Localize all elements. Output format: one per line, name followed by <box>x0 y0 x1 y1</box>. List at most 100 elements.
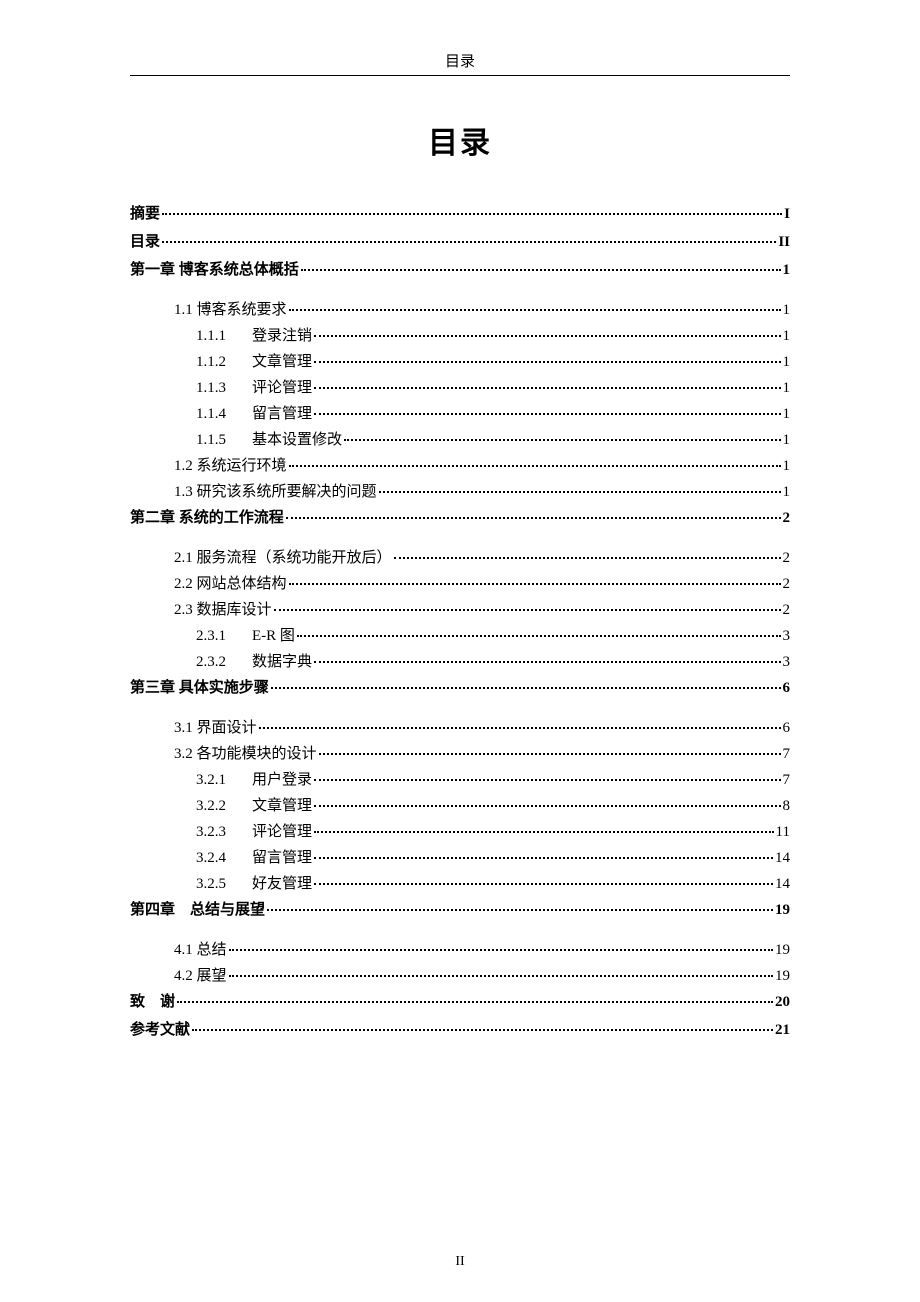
toc-entry: 1.1.5基本设置修改 1 <box>130 428 790 449</box>
toc-page: 19 <box>775 942 790 959</box>
toc-label: 1.1.1登录注销 <box>196 324 312 345</box>
toc-entry: 4.1 总结19 <box>130 938 790 959</box>
toc-leader-dots <box>301 269 781 271</box>
toc-leader-dots <box>162 241 776 243</box>
table-of-contents: 摘要I目录II第一章 博客系统总体概括11.1 博客系统要求11.1.1登录注销… <box>130 202 790 1039</box>
page-title: 目录 <box>130 118 790 162</box>
toc-label: 3.2.5好友管理 <box>196 872 312 893</box>
toc-leader-dots <box>314 361 780 363</box>
toc-page: 21 <box>775 1022 790 1039</box>
toc-number: 2.3.2 <box>196 654 252 671</box>
header-rule <box>130 75 790 76</box>
toc-page: 2 <box>783 510 791 527</box>
toc-page: 7 <box>783 772 791 789</box>
toc-number: 1.1.5 <box>196 432 252 449</box>
toc-number: 1.1.4 <box>196 406 252 423</box>
toc-leader-dots <box>229 949 773 951</box>
toc-page: 19 <box>775 968 790 985</box>
toc-leader-dots <box>259 727 781 729</box>
toc-text: 用户登录 <box>252 772 312 788</box>
toc-entry: 2.3.1E-R 图3 <box>130 624 790 645</box>
toc-leader-dots <box>314 883 773 885</box>
toc-label: 1.1.5基本设置修改 <box>196 428 342 449</box>
toc-page: 11 <box>776 824 790 841</box>
toc-leader-dots <box>314 779 780 781</box>
toc-number: 3.2.5 <box>196 876 252 893</box>
toc-entry: 第三章 具体实施步骤 6 <box>130 676 790 697</box>
toc-label: 2.3 数据库设计 <box>174 598 272 619</box>
toc-number: 3.2.2 <box>196 798 252 815</box>
toc-text: 好友管理 <box>252 876 312 892</box>
toc-leader-dots <box>314 413 780 415</box>
toc-label: 摘要 <box>130 202 160 223</box>
toc-entry: 3.2.5好友管理14 <box>130 872 790 893</box>
toc-leader-dots <box>286 517 781 519</box>
toc-entry: 3.2 各功能模块的设计 7 <box>130 742 790 763</box>
toc-entry: 3.2.1用户登录 7 <box>130 768 790 789</box>
toc-entry: 1.1.4留言管理 1 <box>130 402 790 423</box>
toc-entry: 3.2.3评论管理 11 <box>130 820 790 841</box>
toc-page: 14 <box>775 850 790 867</box>
toc-label: 目录 <box>130 230 160 251</box>
toc-page: 1 <box>783 432 791 449</box>
toc-page: 19 <box>775 902 790 919</box>
toc-leader-dots <box>289 465 781 467</box>
toc-page: 1 <box>783 262 791 279</box>
toc-number: 1.1.2 <box>196 354 252 371</box>
toc-label: 第三章 具体实施步骤 <box>130 676 269 697</box>
running-header: 目录 <box>130 50 790 71</box>
toc-entry: 2.2 网站总体结构2 <box>130 572 790 593</box>
toc-leader-dots <box>394 557 781 559</box>
toc-page: 1 <box>783 380 791 397</box>
toc-entry: 2.3.2数据字典3 <box>130 650 790 671</box>
toc-page: 1 <box>783 484 791 501</box>
toc-entry: 致 谢20 <box>130 990 790 1011</box>
toc-label: 3.2.1用户登录 <box>196 768 312 789</box>
toc-page: 6 <box>783 680 791 697</box>
toc-spacer <box>130 286 790 298</box>
toc-entry: 1.1.1登录注销1 <box>130 324 790 345</box>
toc-entry: 3.2.2文章管理8 <box>130 794 790 815</box>
toc-label: 1.1 博客系统要求 <box>174 298 287 319</box>
toc-entry: 参考文献21 <box>130 1018 790 1039</box>
toc-number: 2.3.1 <box>196 628 252 645</box>
toc-leader-dots <box>314 335 780 337</box>
toc-number: 1.1.3 <box>196 380 252 397</box>
toc-leader-dots <box>314 805 780 807</box>
toc-text: 基本设置修改 <box>252 432 342 448</box>
toc-entry: 1.1.2文章管理 1 <box>130 350 790 371</box>
toc-page: 1 <box>783 354 791 371</box>
toc-text: 留言管理 <box>252 406 312 422</box>
toc-label: 第四章 总结与展望 <box>130 898 265 919</box>
toc-label: 1.2 系统运行环境 <box>174 454 287 475</box>
toc-page: 7 <box>783 746 791 763</box>
toc-entry: 1.2 系统运行环境 1 <box>130 454 790 475</box>
toc-leader-dots <box>289 583 781 585</box>
toc-number: 3.2.3 <box>196 824 252 841</box>
toc-text: E-R 图 <box>252 628 295 644</box>
toc-spacer <box>130 926 790 938</box>
toc-page: 1 <box>783 458 791 475</box>
toc-number: 3.2.1 <box>196 772 252 789</box>
toc-label: 3.1 界面设计 <box>174 716 257 737</box>
toc-number: 1.1.1 <box>196 328 252 345</box>
toc-page: 2 <box>783 602 791 619</box>
toc-label: 4.2 展望 <box>174 964 227 985</box>
toc-text: 数据字典 <box>252 654 312 670</box>
toc-entry: 1.3 研究该系统所要解决的问题1 <box>130 480 790 501</box>
toc-text: 文章管理 <box>252 354 312 370</box>
toc-label: 1.1.3评论管理 <box>196 376 312 397</box>
toc-entry: 3.1 界面设计6 <box>130 716 790 737</box>
toc-entry: 4.2 展望 19 <box>130 964 790 985</box>
toc-spacer <box>130 534 790 546</box>
toc-text: 评论管理 <box>252 824 312 840</box>
toc-entry: 2.3 数据库设计 2 <box>130 598 790 619</box>
toc-entry: 第一章 博客系统总体概括1 <box>130 258 790 279</box>
toc-leader-dots <box>192 1029 773 1031</box>
toc-page: 20 <box>775 994 790 1011</box>
toc-page: 1 <box>783 406 791 423</box>
toc-label: 第二章 系统的工作流程 <box>130 506 284 527</box>
toc-entry: 第四章 总结与展望 19 <box>130 898 790 919</box>
toc-label: 3.2 各功能模块的设计 <box>174 742 317 763</box>
toc-label: 2.2 网站总体结构 <box>174 572 287 593</box>
